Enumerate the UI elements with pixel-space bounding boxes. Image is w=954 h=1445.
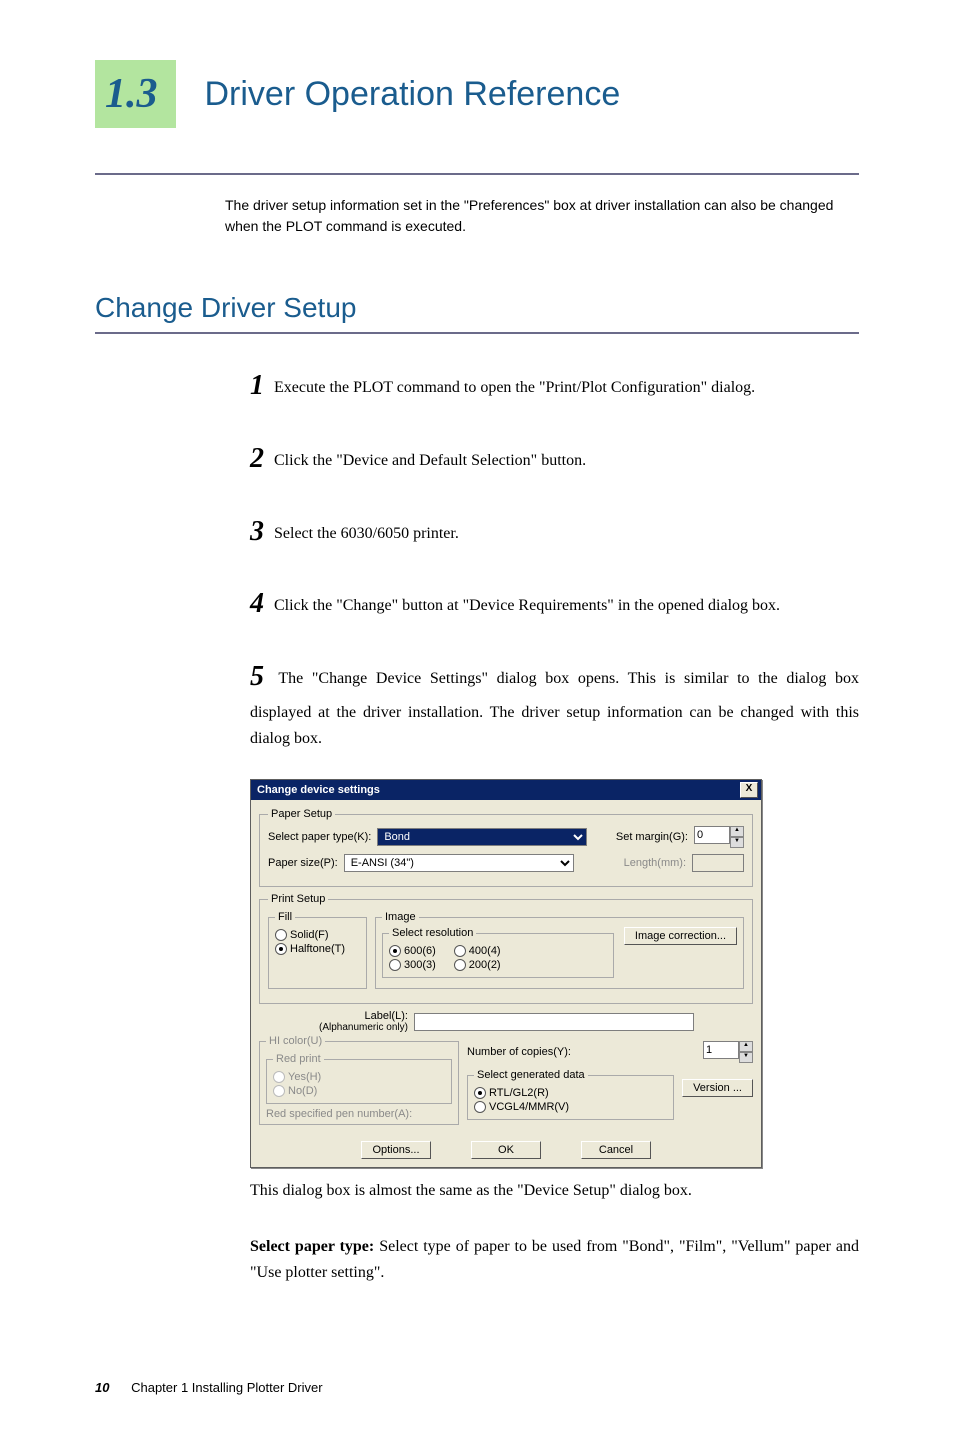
res-600-radio[interactable]: 600(6) bbox=[389, 945, 436, 957]
resolution-group: Select resolution 600(6) 300(3) 400(4) bbox=[382, 927, 614, 978]
step-text: The "Change Device Settings" dialog box … bbox=[250, 670, 859, 746]
fill-solid-radio[interactable]: Solid(F) bbox=[275, 929, 360, 941]
label-hint: (Alphanumeric only) bbox=[319, 1022, 408, 1033]
step-number: 3 bbox=[250, 516, 264, 547]
fill-legend: Fill bbox=[275, 911, 295, 923]
label-label: Label(L): bbox=[319, 1010, 408, 1022]
step-number: 2 bbox=[250, 443, 264, 474]
redprint-legend: Red print bbox=[273, 1053, 324, 1065]
set-margin-label: Set margin(G): bbox=[616, 831, 688, 843]
desc-bold: Select paper type: bbox=[250, 1238, 374, 1255]
copies-input[interactable] bbox=[703, 1041, 739, 1059]
res-400-radio[interactable]: 400(4) bbox=[454, 945, 501, 957]
step-text: Execute the PLOT command to open the "Pr… bbox=[274, 379, 755, 396]
generated-data-legend: Select generated data bbox=[474, 1069, 588, 1081]
chevron-down-icon[interactable]: ▼ bbox=[730, 837, 744, 848]
redprint-no-radio: No(D) bbox=[273, 1085, 445, 1097]
step-4: 4 Click the "Change" button at "Device R… bbox=[250, 582, 859, 627]
chevron-up-icon[interactable]: ▲ bbox=[730, 826, 744, 837]
fill-group: Fill Solid(F) Halftone(T) bbox=[268, 911, 367, 989]
generated-data-group: Select generated data RTL/GL2(R) VCGL4/M… bbox=[467, 1069, 674, 1120]
length-label: Length(mm): bbox=[624, 857, 686, 869]
paper-size-select[interactable]: E-ANSI (34") bbox=[344, 854, 574, 872]
copies-label: Number of copies(Y): bbox=[467, 1046, 571, 1058]
step-text: Select the 6030/6050 printer. bbox=[274, 525, 459, 542]
section-header: 1.3 Driver Operation Reference bbox=[95, 60, 859, 128]
figure-caption: This dialog box is almost the same as th… bbox=[250, 1182, 859, 1200]
label-input[interactable] bbox=[414, 1013, 694, 1031]
step-3: 3 Select the 6030/6050 printer. bbox=[250, 510, 859, 555]
hicolor-group: HI color(U) Red print Yes(H) No(D) Red s… bbox=[259, 1035, 459, 1125]
image-legend: Image bbox=[382, 911, 419, 923]
length-input bbox=[692, 854, 744, 872]
version-button[interactable]: Version ... bbox=[682, 1079, 753, 1097]
copies-spinner[interactable]: ▲▼ bbox=[703, 1041, 753, 1063]
dialog-screenshot: Change device settings X Paper Setup Sel… bbox=[250, 779, 859, 1168]
subsection-heading: Change Driver Setup bbox=[95, 292, 859, 324]
close-icon[interactable]: X bbox=[740, 782, 758, 798]
ok-button[interactable]: OK bbox=[471, 1141, 541, 1159]
set-margin-spinner[interactable]: ▲▼ bbox=[694, 826, 744, 848]
chapter-label: Chapter 1 Installing Plotter Driver bbox=[131, 1380, 322, 1395]
intro-paragraph: The driver setup information set in the … bbox=[225, 195, 859, 237]
step-text: Click the "Change" button at "Device Req… bbox=[274, 597, 780, 614]
cancel-button[interactable]: Cancel bbox=[581, 1141, 651, 1159]
dialog-titlebar: Change device settings X bbox=[251, 780, 761, 800]
options-button[interactable]: Options... bbox=[361, 1141, 431, 1159]
page-footer: 10 Chapter 1 Installing Plotter Driver bbox=[95, 1380, 859, 1395]
paper-setup-group: Paper Setup Select paper type(K): Bond S… bbox=[259, 808, 753, 887]
gendata-rtl-radio[interactable]: RTL/GL2(R) bbox=[474, 1087, 667, 1099]
divider bbox=[95, 173, 859, 175]
print-setup-group: Print Setup Fill Solid(F) Halftone(T) Im… bbox=[259, 893, 753, 1004]
res-300-radio[interactable]: 300(3) bbox=[389, 959, 436, 971]
step-5: 5 The "Change Device Settings" dialog bo… bbox=[250, 655, 859, 751]
print-setup-legend: Print Setup bbox=[268, 893, 328, 905]
section-title: Driver Operation Reference bbox=[205, 75, 621, 114]
image-group: Image Select resolution 600(6) 300(3) bbox=[375, 911, 744, 989]
section-number-badge: 1.3 bbox=[95, 60, 176, 128]
paper-size-label: Paper size(P): bbox=[268, 857, 338, 869]
paper-type-select[interactable]: Bond bbox=[377, 828, 587, 846]
fill-halftone-radio[interactable]: Halftone(T) bbox=[275, 943, 360, 955]
paper-type-label: Select paper type(K): bbox=[268, 831, 371, 843]
image-correction-button[interactable]: Image correction... bbox=[624, 927, 737, 945]
chevron-down-icon[interactable]: ▼ bbox=[739, 1052, 753, 1063]
divider bbox=[95, 332, 859, 334]
gendata-vcgl-radio[interactable]: VCGL4/MMR(V) bbox=[474, 1101, 667, 1113]
paper-type-description: Select paper type: Select type of paper … bbox=[250, 1234, 859, 1285]
resolution-legend: Select resolution bbox=[389, 927, 476, 939]
hicolor-legend: HI color(U) bbox=[266, 1035, 325, 1047]
page-number: 10 bbox=[95, 1380, 109, 1395]
step-1: 1 Execute the PLOT command to open the "… bbox=[250, 364, 859, 409]
step-number: 1 bbox=[250, 370, 264, 401]
redprint-group: Red print Yes(H) No(D) bbox=[266, 1053, 452, 1104]
step-number: 4 bbox=[250, 588, 264, 619]
set-margin-input[interactable] bbox=[694, 826, 730, 844]
dialog-title: Change device settings bbox=[257, 784, 380, 796]
step-2: 2 Click the "Device and Default Selectio… bbox=[250, 437, 859, 482]
redprint-yes-radio: Yes(H) bbox=[273, 1071, 445, 1083]
step-number: 5 bbox=[250, 661, 264, 692]
step-text: Click the "Device and Default Selection"… bbox=[274, 452, 586, 469]
paper-setup-legend: Paper Setup bbox=[268, 808, 335, 820]
red-pen-label: Red specified pen number(A): bbox=[266, 1108, 452, 1120]
chevron-up-icon[interactable]: ▲ bbox=[739, 1041, 753, 1052]
res-200-radio[interactable]: 200(2) bbox=[454, 959, 501, 971]
